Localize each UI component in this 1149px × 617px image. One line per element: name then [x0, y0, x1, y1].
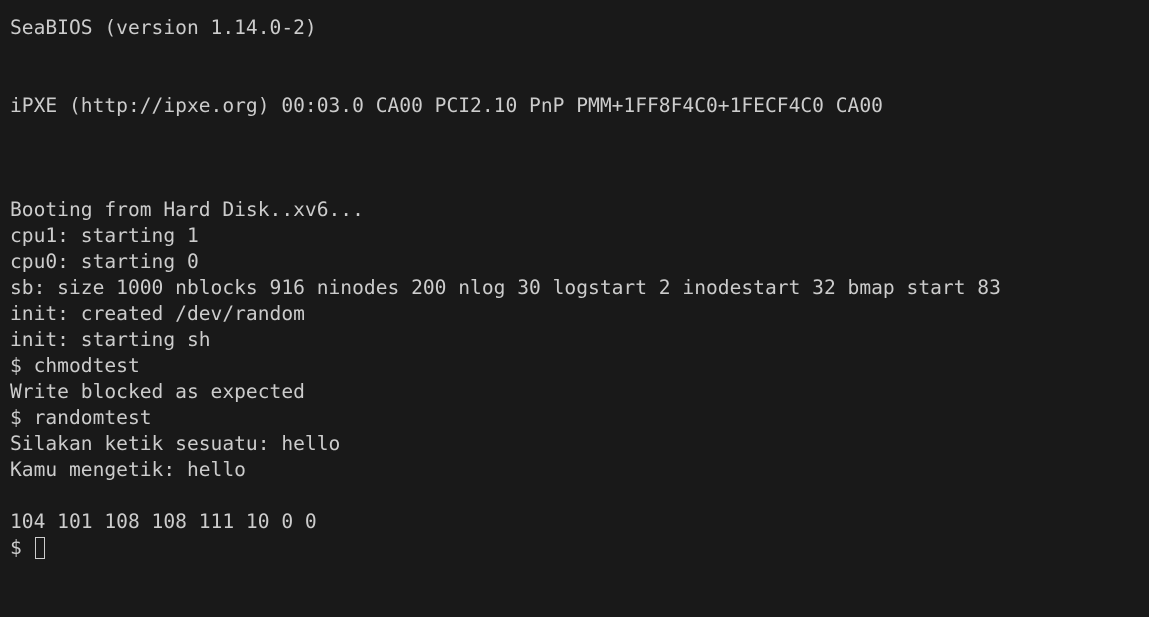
- shell-prompt: $: [10, 536, 34, 559]
- terminal-window[interactable]: SeaBIOS (version 1.14.0-2) iPXE (http://…: [0, 0, 1149, 617]
- cpu0-line: cpu0: starting 0: [10, 250, 199, 273]
- output-echo-line: Kamu mengetik: hello: [10, 458, 246, 481]
- init-starting-line: init: starting sh: [10, 328, 211, 351]
- cpu1-line: cpu1: starting 1: [10, 224, 199, 247]
- input-prompt-line: Silakan ketik sesuatu: hello: [10, 432, 341, 455]
- output-bytes-line: 104 101 108 108 111 10 0 0: [10, 510, 317, 533]
- command-randomtest-line: $ randomtest: [10, 406, 152, 429]
- ipxe-line: iPXE (http://ipxe.org) 00:03.0 CA00 PCI2…: [10, 94, 883, 117]
- superblock-line: sb: size 1000 nblocks 916 ninodes 200 nl…: [10, 276, 1001, 299]
- bios-banner-line: SeaBIOS (version 1.14.0-2): [10, 16, 317, 39]
- boot-line: Booting from Hard Disk..xv6...: [10, 198, 364, 221]
- output-write-blocked-line: Write blocked as expected: [10, 380, 305, 403]
- shell-prompt-line[interactable]: $: [10, 535, 45, 561]
- command-chmodtest-line: $ chmodtest: [10, 354, 140, 377]
- init-created-line: init: created /dev/random: [10, 302, 305, 325]
- text-cursor: [34, 537, 45, 559]
